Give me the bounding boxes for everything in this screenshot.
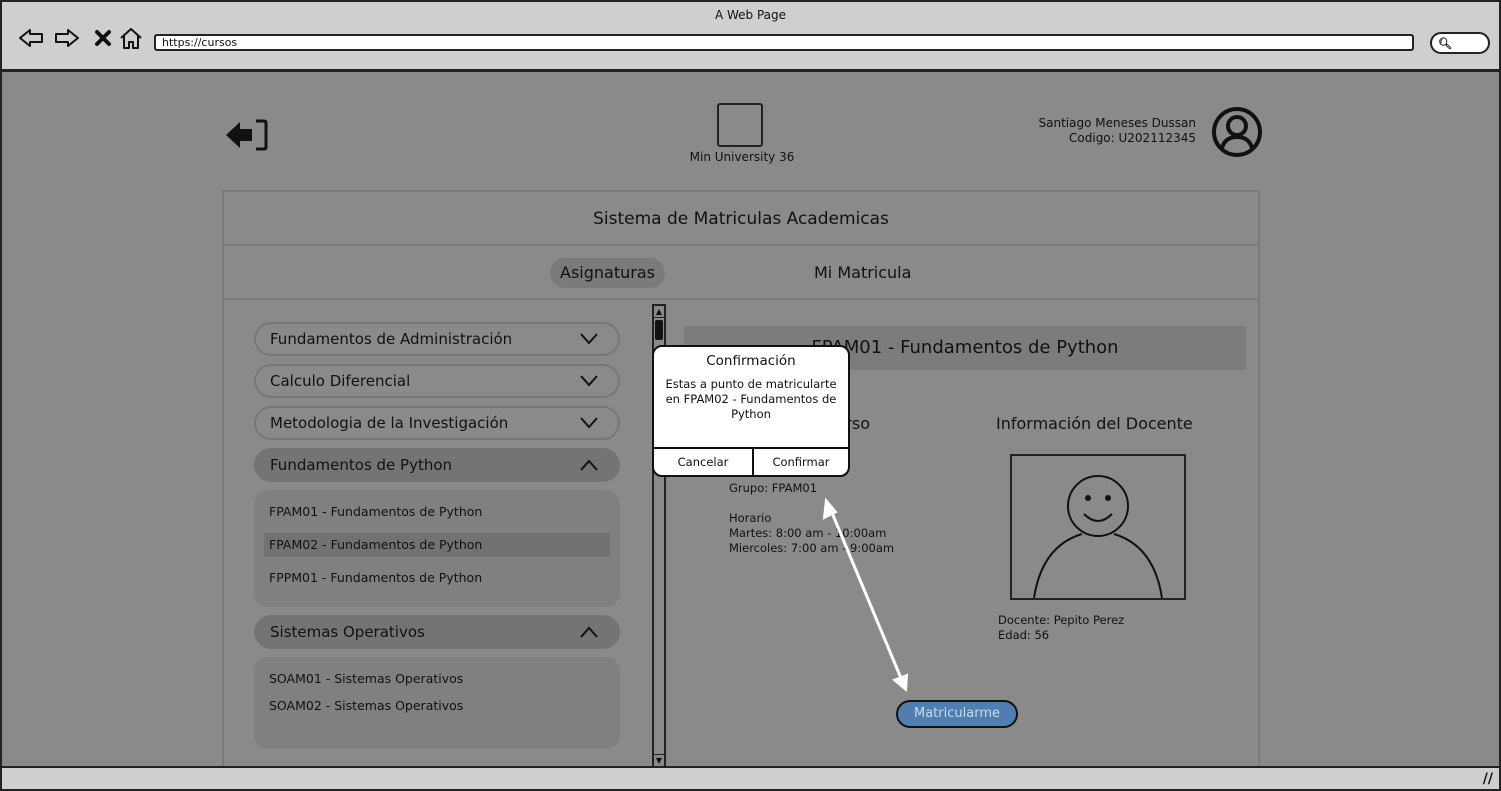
course-accordion[interactable]: Metodologia de la Investigación xyxy=(254,406,620,440)
chevron-up-icon xyxy=(580,626,598,638)
browser-search-field[interactable]: 🔍︎ xyxy=(1430,32,1490,54)
tab-asignaturas[interactable]: Asignaturas xyxy=(550,258,665,288)
scroll-thumb[interactable] xyxy=(655,320,663,340)
course-name: Fundamentos de Administración xyxy=(270,330,513,348)
teacher-age: Edad: 56 xyxy=(998,628,1050,642)
confirm-button[interactable]: Confirmar xyxy=(752,449,848,475)
logout-icon[interactable] xyxy=(224,117,270,153)
stop-icon[interactable] xyxy=(90,26,116,50)
course-name: Metodologia de la Investigación xyxy=(270,414,509,432)
teacher-info-title: Información del Docente xyxy=(996,414,1193,433)
teacher-name: Docente: Pepito Perez xyxy=(998,613,1125,627)
browser-status-bar: // xyxy=(0,766,1501,791)
user-info: Santiago Meneses Dussan Codigo: U2021123… xyxy=(962,116,1196,146)
user-avatar-icon[interactable] xyxy=(1211,106,1263,158)
home-icon[interactable] xyxy=(118,26,144,50)
group-item-selected[interactable]: FPAM02 - Fundamentos de Python xyxy=(264,533,610,557)
url-bar[interactable]: https://cursos xyxy=(154,34,1414,51)
enrollment-panel: Sistema de Matriculas Academicas Asignat… xyxy=(222,190,1260,768)
browser-chrome: A Web Page https://cursos 🔍︎ xyxy=(0,0,1501,72)
chevron-down-icon xyxy=(580,375,598,387)
course-accordion[interactable]: Fundamentos de Python xyxy=(254,448,620,482)
teacher-photo xyxy=(1010,454,1186,600)
course-accordion[interactable]: Calculo Diferencial xyxy=(254,364,620,398)
smiley-face-icon xyxy=(1033,475,1163,599)
teacher-info: Docente: Pepito Perez Edad: 56 xyxy=(998,613,1124,643)
university-name: Min University 36 xyxy=(689,150,795,164)
scroll-down-icon[interactable]: ▼ xyxy=(654,754,664,766)
group-item[interactable]: SOAM01 - Sistemas Operativos xyxy=(264,667,610,691)
forward-icon[interactable] xyxy=(54,26,80,50)
course-groups: SOAM01 - Sistemas Operativos SOAM02 - Si… xyxy=(254,657,620,749)
scroll-up-icon[interactable]: ▲ xyxy=(654,306,664,318)
tab-mi-matricula[interactable]: Mi Matricula xyxy=(804,258,921,288)
course-name: Fundamentos de Python xyxy=(270,456,453,474)
group-item[interactable]: SOAM02 - Sistemas Operativos xyxy=(264,694,610,718)
course-name: Calculo Diferencial xyxy=(270,372,411,390)
course-groups: FPAM01 - Fundamentos de Python FPAM02 - … xyxy=(254,490,620,607)
tab-bar: Asignaturas Mi Matricula xyxy=(224,246,1258,300)
window-title: A Web Page xyxy=(714,8,787,22)
search-icon: 🔍︎ xyxy=(1438,37,1452,50)
dialog-title: Confirmación xyxy=(706,353,796,369)
enroll-button[interactable]: Matricularme xyxy=(896,700,1018,728)
dialog-message: Estas a punto de matricularte en FPAM02 … xyxy=(665,377,837,421)
group-item[interactable]: FPAM01 - Fundamentos de Python xyxy=(264,500,610,524)
course-accordion[interactable]: Fundamentos de Administración xyxy=(254,322,620,356)
confirmation-dialog: Confirmación Estas a punto de matricular… xyxy=(652,345,850,477)
course-name: Sistemas Operativos xyxy=(270,623,425,641)
university-logo xyxy=(717,103,763,147)
group-item[interactable]: FPPM01 - Fundamentos de Python xyxy=(264,566,610,590)
chevron-down-icon xyxy=(580,417,598,429)
course-list: Fundamentos de Administración Calculo Di… xyxy=(254,322,620,757)
cancel-button[interactable]: Cancelar xyxy=(654,449,752,475)
course-accordion[interactable]: Sistemas Operativos xyxy=(254,615,620,649)
dialog-footer: Cancelar Confirmar xyxy=(654,447,848,475)
panel-title: Sistema de Matriculas Academicas xyxy=(224,192,1258,246)
resize-grip-icon[interactable]: // xyxy=(1483,771,1493,787)
user-name: Santiago Meneses Dussan xyxy=(1038,116,1196,130)
chevron-up-icon xyxy=(580,459,598,471)
user-code: Codigo: U202112345 xyxy=(1069,131,1196,145)
chevron-down-icon xyxy=(580,333,598,345)
back-icon[interactable] xyxy=(18,26,44,50)
